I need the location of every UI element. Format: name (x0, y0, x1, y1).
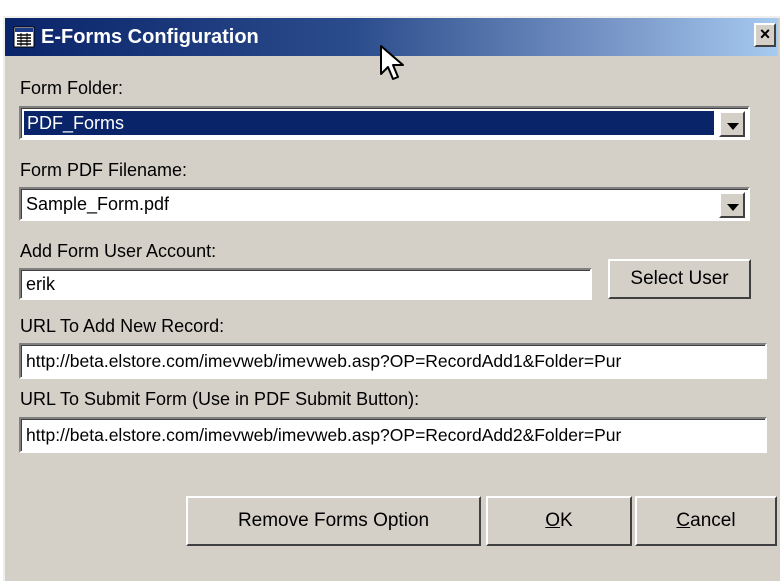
field-clip: http://beta.elstore.com/imevweb/imevweb.… (21, 419, 765, 451)
cancel-accelerator: C (676, 510, 691, 531)
ok-label: OK (545, 498, 572, 544)
form-folder-dropdown-button[interactable] (719, 111, 745, 137)
cancel-label-rest: ancel (690, 510, 736, 531)
mouse-pointer-icon (380, 45, 404, 80)
user-account-value: erik (26, 274, 56, 294)
ok-accelerator: O (545, 510, 561, 531)
form-folder-value: PDF_Forms (27, 113, 125, 133)
url-add-new-record-value: http://beta.elstore.com/imevweb/imevweb.… (26, 351, 622, 371)
form-pdf-filename-label: Form PDF Filename: (20, 160, 188, 180)
remove-forms-option-label: Remove Forms Option (237, 510, 430, 531)
form-pdf-filename-combobox[interactable]: Sample_Form.pdf (19, 187, 750, 221)
url-submit-form-value: http://beta.elstore.com/imevweb/imevweb.… (26, 425, 622, 445)
form-pdf-filename-value: Sample_Form.pdf (26, 194, 170, 214)
ok-button[interactable]: OK (486, 496, 632, 546)
select-user-button[interactable]: Select User (608, 259, 751, 299)
url-submit-form-label: URL To Submit Form (Use in PDF Submit Bu… (20, 389, 420, 409)
url-add-new-record-input[interactable]: http://beta.elstore.com/imevweb/imevweb.… (19, 343, 767, 379)
remove-forms-option-button[interactable]: Remove Forms Option (186, 496, 481, 546)
form-icon (13, 26, 35, 48)
ok-label-rest: K (560, 510, 573, 531)
window-title: E-Forms Configuration (41, 26, 259, 48)
background-window-strip (0, 0, 780, 16)
form-folder-combobox[interactable]: PDF_Forms (19, 106, 750, 140)
form-folder-label: Form Folder: (20, 78, 124, 98)
user-account-input[interactable]: erik (19, 268, 592, 300)
form-pdf-filename-dropdown-button[interactable] (719, 192, 745, 218)
url-add-new-record-label: URL To Add New Record: (20, 316, 225, 336)
close-icon: × (759, 24, 771, 44)
url-submit-form-input[interactable]: http://beta.elstore.com/imevweb/imevweb.… (19, 417, 767, 453)
chevron-down-icon (727, 123, 739, 130)
selection-highlight (24, 111, 714, 135)
field-clip: http://beta.elstore.com/imevweb/imevweb.… (21, 345, 765, 377)
select-user-label: Select User (630, 268, 729, 289)
add-form-user-account-label: Add Form User Account: (20, 241, 217, 261)
field-inset (21, 270, 590, 298)
chevron-down-icon (727, 204, 739, 211)
cancel-label: Cancel (676, 498, 735, 544)
close-button[interactable]: × (754, 23, 776, 47)
cancel-button[interactable]: Cancel (635, 496, 777, 546)
